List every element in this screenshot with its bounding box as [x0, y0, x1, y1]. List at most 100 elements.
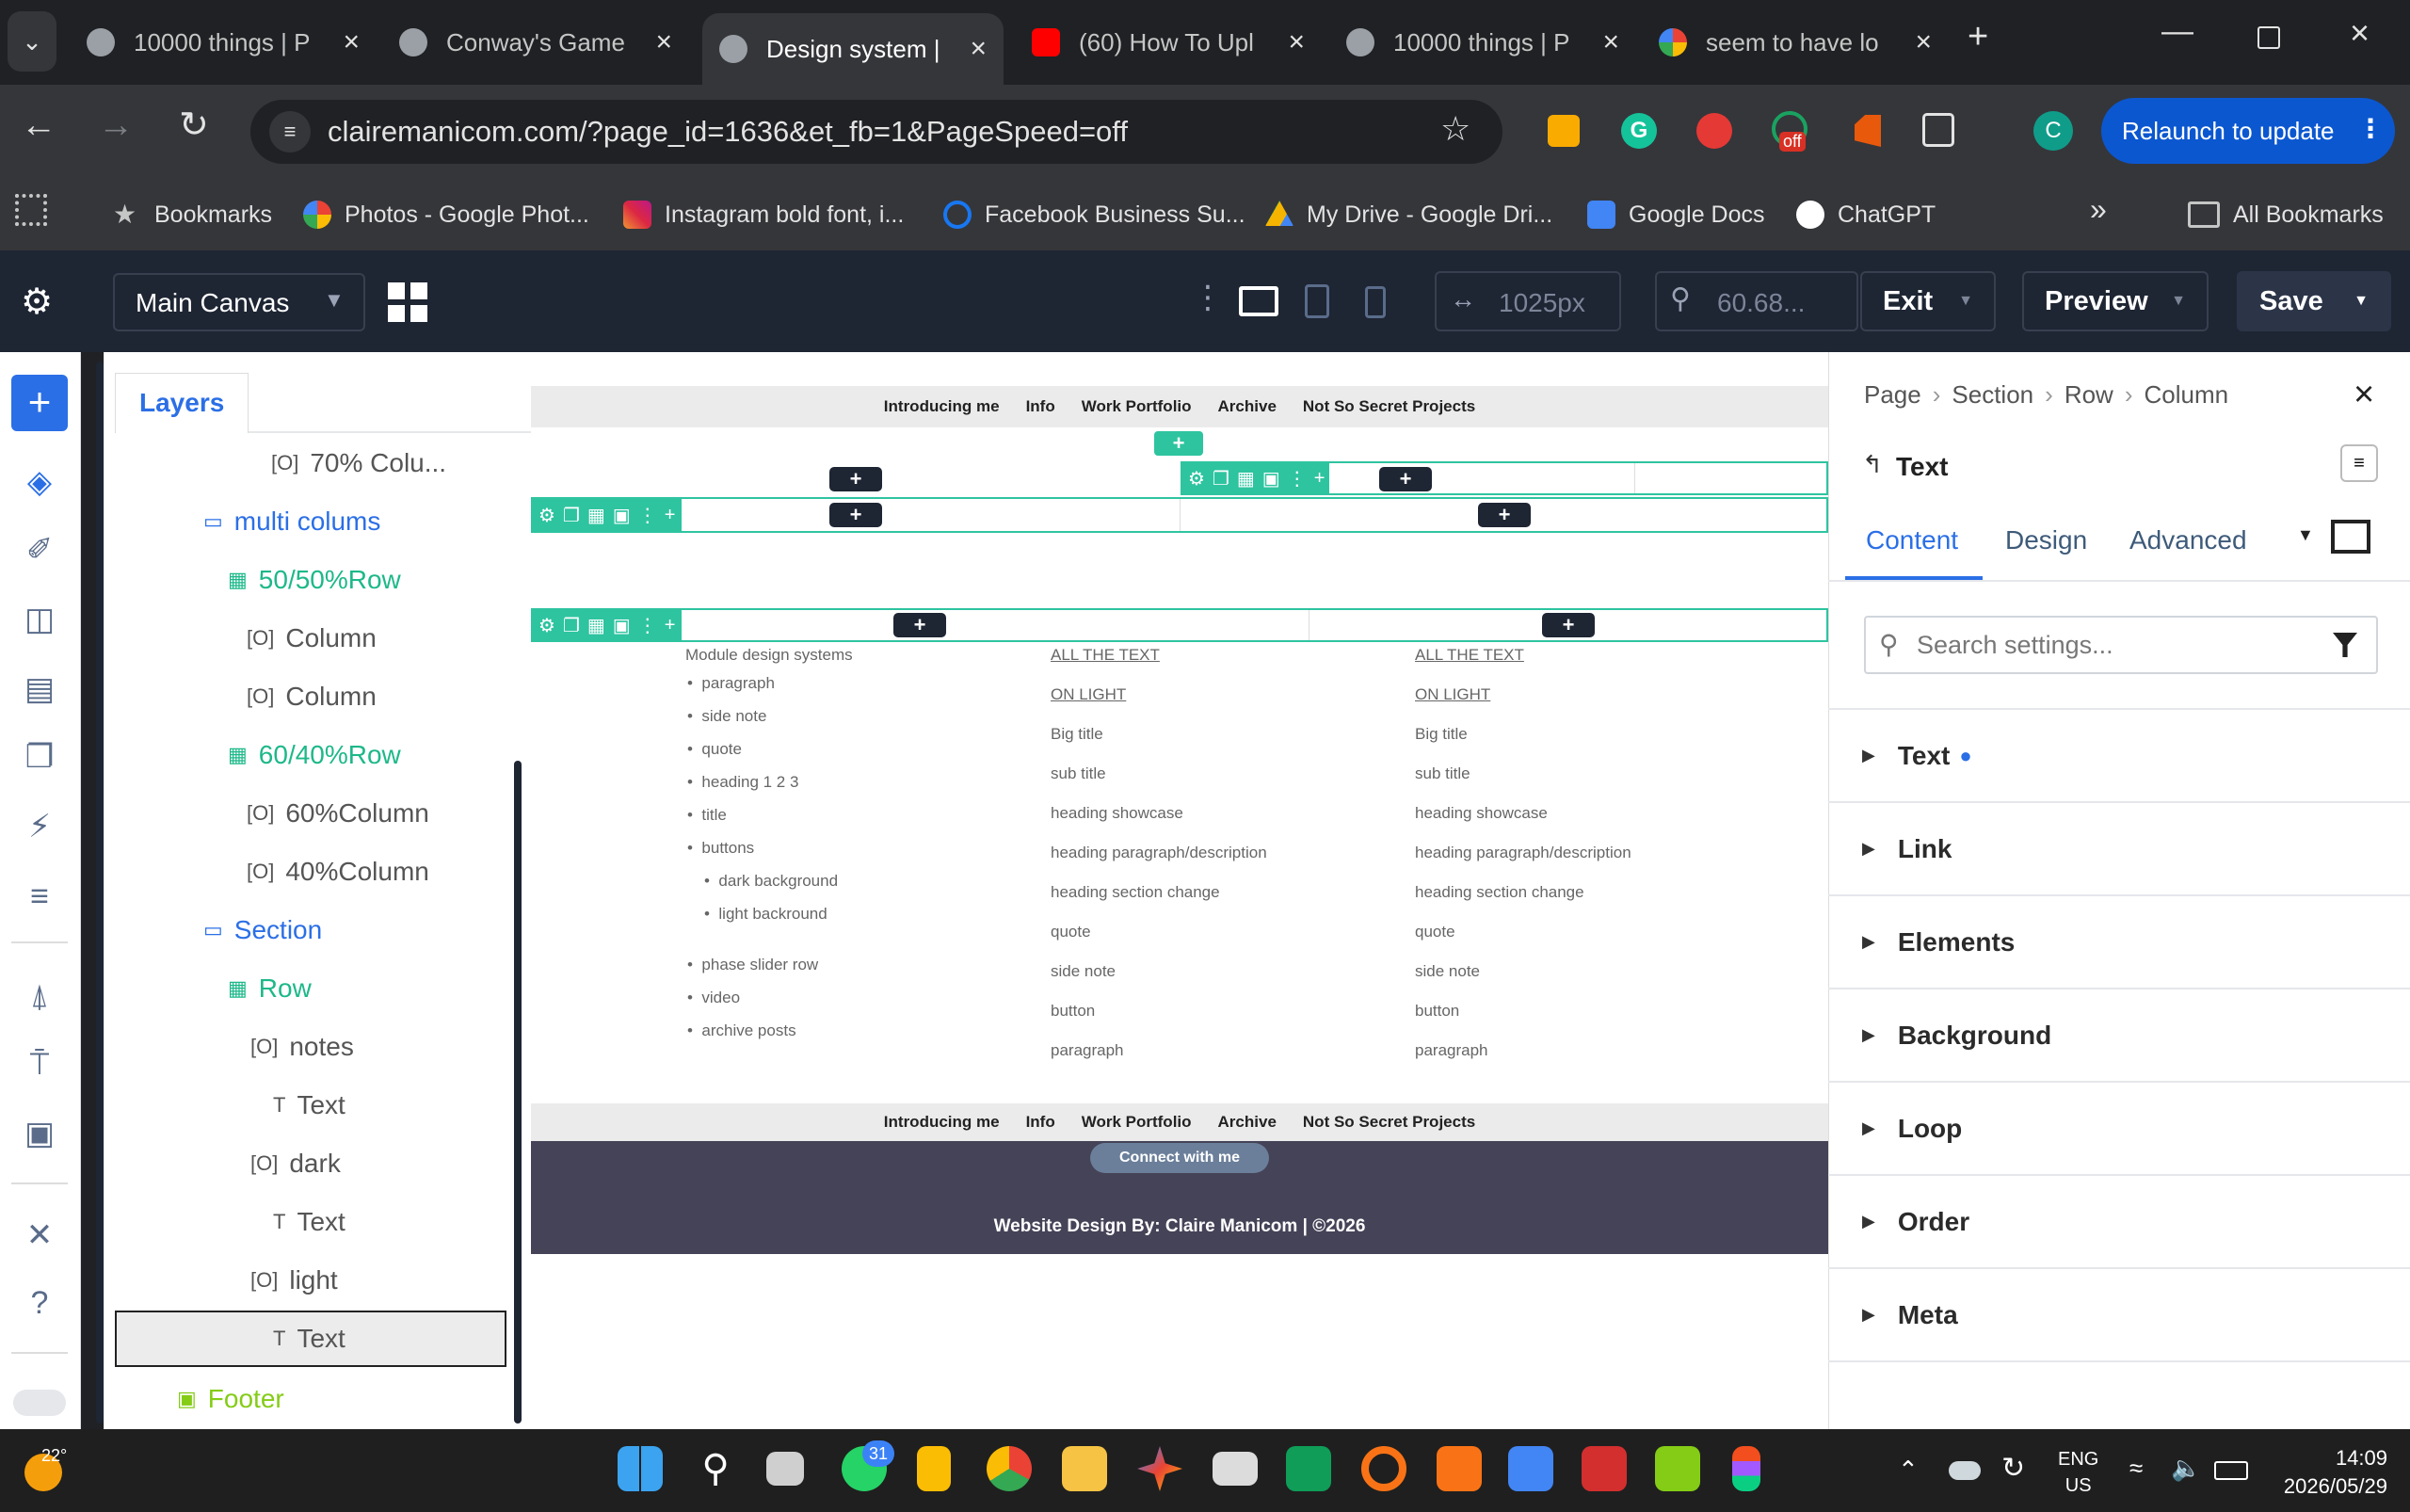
nav-link[interactable]: Not So Secret Projects — [1303, 1113, 1475, 1132]
row-toolbar[interactable]: ⚙ ❐ ▦ ▣ ⋮ + — [531, 497, 682, 533]
breadcrumb-item[interactable]: Section — [1952, 380, 2033, 409]
layer-item[interactable]: [O] Column — [247, 623, 377, 653]
close-tab-icon[interactable]: × — [343, 26, 360, 58]
template-icon[interactable]: ▣ — [19, 1113, 60, 1154]
tablet-view-icon[interactable] — [1305, 284, 1329, 318]
lightning-icon[interactable]: ⚡ — [19, 806, 60, 847]
layer-item[interactable]: T Text — [273, 1324, 345, 1354]
rail-scroll-track[interactable] — [96, 362, 104, 1424]
bookmark-star-icon[interactable]: ☆ — [1440, 109, 1470, 149]
caret-down-icon[interactable]: ▼ — [2297, 525, 2314, 545]
breadcrumb-item[interactable]: Page — [1864, 380, 1921, 409]
layer-item[interactable]: ▦ Row — [228, 973, 312, 1004]
bookmark-item[interactable]: Google Docs — [1587, 194, 1765, 235]
add-icon[interactable]: + — [665, 505, 676, 526]
chevron-down-icon[interactable]: ▼ — [1958, 293, 1973, 310]
tray-chevron-icon[interactable]: ⌃ — [1898, 1456, 1919, 1485]
column-toolbar[interactable]: ⚙ ❐ ▦ ▣ ⋮ + — [1181, 461, 1329, 495]
row-outline[interactable] — [531, 608, 1828, 642]
duplicate-icon[interactable]: ❐ — [1213, 467, 1229, 491]
nav-link[interactable]: Info — [1026, 1113, 1055, 1132]
search-icon[interactable]: ⚲ — [693, 1446, 738, 1491]
preview-button[interactable]: Preview ▼ — [2022, 271, 2209, 331]
layer-item[interactable]: ▦ 60/40%Row — [228, 740, 401, 770]
close-tab-icon[interactable]: × — [655, 26, 672, 58]
file-explorer-icon[interactable] — [1062, 1446, 1107, 1491]
clock-time[interactable]: 14:09 — [2303, 1446, 2387, 1471]
layer-item[interactable]: [O] dark — [250, 1149, 341, 1179]
docs-icon[interactable] — [1508, 1446, 1553, 1491]
structure-grid-icon[interactable] — [388, 282, 427, 322]
close-tab-icon[interactable]: × — [1602, 26, 1619, 58]
browser-tab[interactable]: (60) How To Upl × — [1032, 13, 1305, 72]
gear-icon[interactable]: ⚙ — [538, 504, 555, 527]
language-indicator[interactable]: ENG US — [2058, 1446, 2098, 1499]
close-tab-icon[interactable]: × — [1915, 26, 1932, 58]
add-icon[interactable]: + — [665, 615, 676, 636]
form-icon[interactable]: ▤ — [19, 668, 60, 710]
bookmark-item[interactable]: Instagram bold font, i... — [623, 194, 904, 235]
select-cursor-icon[interactable]: ⍋ — [19, 975, 60, 1017]
theme-toggle[interactable] — [13, 1390, 66, 1416]
add-element-button[interactable]: + — [829, 503, 882, 527]
list-icon[interactable]: ≡ — [19, 876, 60, 917]
nav-link[interactable]: Not So Secret Projects — [1303, 397, 1475, 416]
mail-icon[interactable] — [1213, 1452, 1258, 1486]
element-options-icon[interactable]: ≡ — [2340, 444, 2378, 482]
tab-design[interactable]: Design — [2005, 525, 2087, 555]
app-f-icon[interactable] — [1437, 1446, 1482, 1491]
mobile-view-icon[interactable] — [1365, 286, 1386, 318]
close-window-button[interactable]: × — [2350, 13, 2370, 53]
profile-avatar[interactable]: C — [2033, 111, 2073, 151]
new-tab-button[interactable]: + — [1968, 17, 1988, 57]
creative-app-icon[interactable] — [1361, 1446, 1406, 1491]
layers-icon[interactable]: ◈ — [19, 461, 60, 503]
state-square-icon[interactable] — [2331, 520, 2370, 554]
keep-icon[interactable] — [917, 1446, 951, 1491]
add-section-button[interactable]: + — [1154, 431, 1203, 456]
browser-tab-active[interactable]: Design system | × — [702, 13, 1004, 85]
start-windows-icon[interactable] — [618, 1446, 663, 1491]
extensions-puzzle-icon[interactable] — [1922, 113, 1954, 147]
url-text[interactable]: clairemanicom.com/?page_id=1636&et_fb=1&… — [328, 115, 1128, 149]
bookmark-item[interactable]: Facebook Business Su... — [943, 194, 1245, 235]
extension-keep-icon[interactable] — [1548, 115, 1580, 147]
layer-item[interactable]: ▦ 50/50%Row — [228, 565, 401, 595]
layer-item[interactable]: [O] 40%Column — [247, 857, 429, 887]
close-tab-icon[interactable]: × — [970, 33, 987, 65]
bookmark-item[interactable]: ChatGPT — [1796, 194, 1936, 235]
connect-button[interactable]: Connect with me — [1090, 1143, 1269, 1173]
design-icon[interactable]: ✐ — [19, 529, 60, 571]
tab-advanced[interactable]: Advanced — [2129, 525, 2247, 555]
delete-icon[interactable]: ▣ — [613, 614, 631, 637]
acrobat-icon[interactable] — [1582, 1446, 1627, 1491]
onedrive-icon[interactable] — [1949, 1461, 1981, 1480]
nav-link[interactable]: Introducing me — [884, 1113, 1000, 1132]
settings-section-background[interactable]: ▶ Background — [1828, 989, 2410, 1083]
exit-button[interactable]: Exit ▼ — [1860, 271, 1996, 331]
add-element-button[interactable]: + — [1379, 467, 1432, 491]
minimize-button[interactable]: — — [2161, 13, 2193, 50]
task-view-icon[interactable] — [766, 1452, 804, 1486]
columns-icon[interactable]: ▦ — [587, 504, 605, 527]
pages-icon[interactable]: ❐ — [19, 736, 60, 778]
site-info-icon[interactable]: ≡ — [269, 111, 311, 153]
more-icon[interactable]: ⋮ — [638, 614, 657, 637]
browser-tab[interactable]: Conway's Game × — [399, 13, 672, 72]
more-menu-icon[interactable]: ⋮ — [2357, 113, 2384, 144]
bookmark-item[interactable]: Photos - Google Phot... — [303, 194, 589, 235]
more-bookmarks-icon[interactable]: » — [2090, 192, 2107, 227]
duplicate-icon[interactable]: ❐ — [563, 614, 580, 637]
add-element-button[interactable]: + — [829, 467, 882, 491]
apps-grid-icon[interactable] — [15, 194, 47, 226]
close-tab-icon[interactable]: × — [1288, 26, 1305, 58]
settings-section-order[interactable]: ▶ Order — [1828, 1176, 2410, 1269]
add-element-button[interactable]: + — [1542, 613, 1595, 637]
save-button[interactable]: Save ▼ — [2237, 271, 2391, 331]
nav-link[interactable]: Archive — [1218, 1113, 1277, 1132]
layer-item[interactable]: ▣ Footer — [177, 1384, 284, 1414]
row-toolbar[interactable]: ⚙ ❐ ▦ ▣ ⋮ + — [531, 608, 682, 642]
layer-item[interactable]: T Text — [273, 1090, 345, 1120]
wifi-icon[interactable]: ≈ — [2129, 1454, 2143, 1483]
tools-icon[interactable]: ✕ — [19, 1214, 60, 1256]
